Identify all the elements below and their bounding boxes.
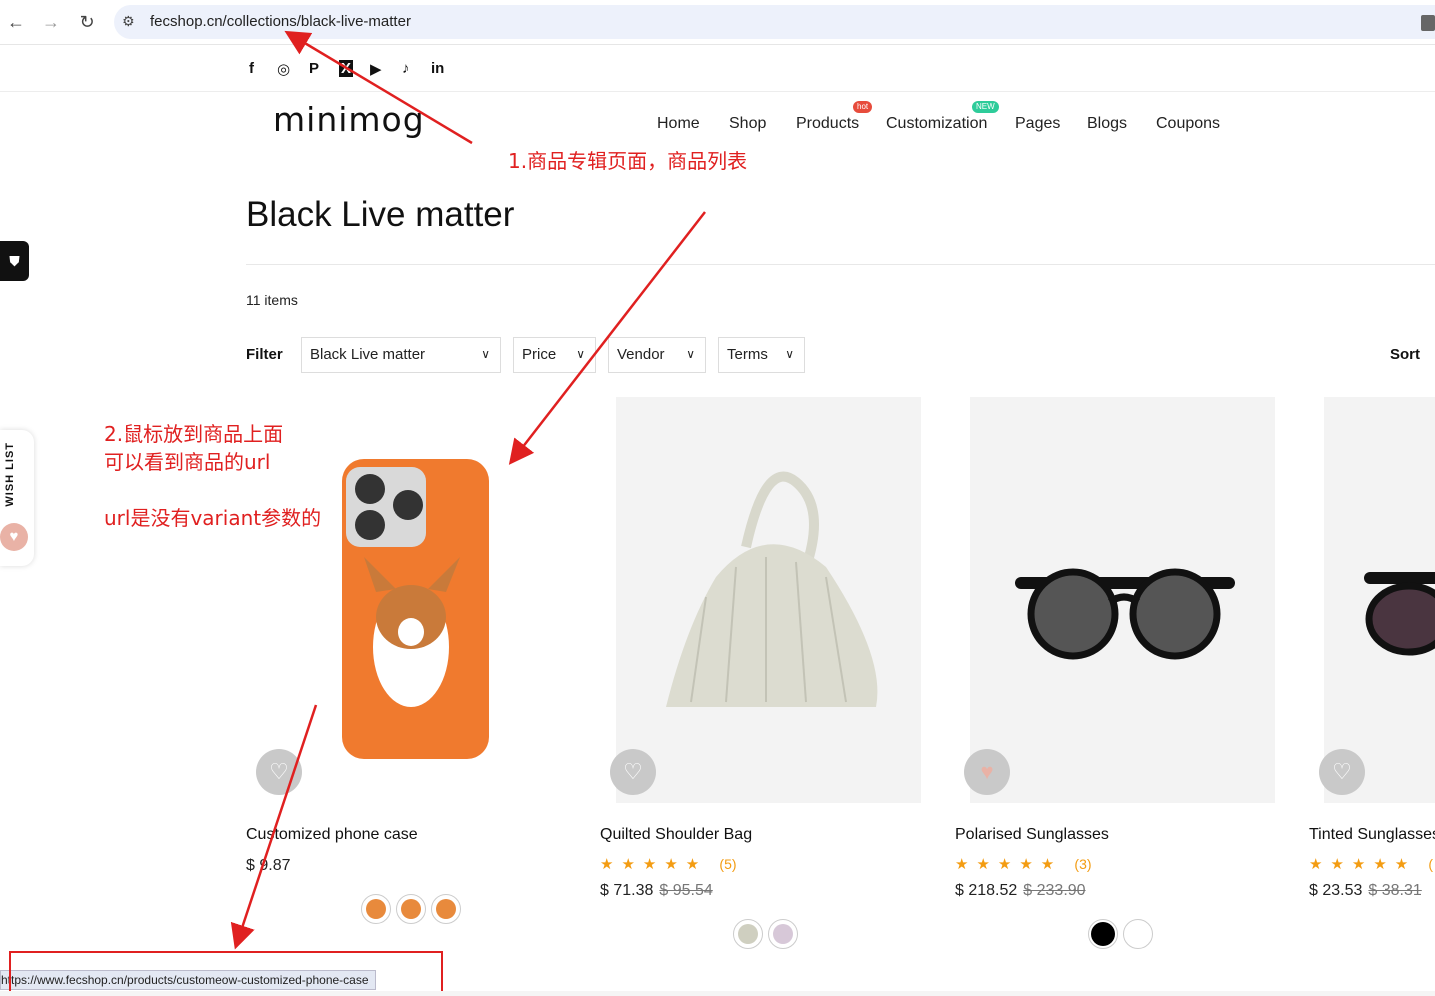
next-row-hint bbox=[0, 991, 1435, 996]
annotation-highlight-box bbox=[9, 951, 443, 993]
annotation-note-2-line-3: url是没有variant参数的 bbox=[104, 506, 322, 530]
annotation-note-2-line-2: 可以看到商品的url bbox=[104, 450, 271, 474]
annotation-note-1: 1.商品专辑页面，商品列表 bbox=[508, 149, 748, 173]
annotation-note-2-line-1: 2.鼠标放到商品上面 bbox=[104, 422, 284, 446]
